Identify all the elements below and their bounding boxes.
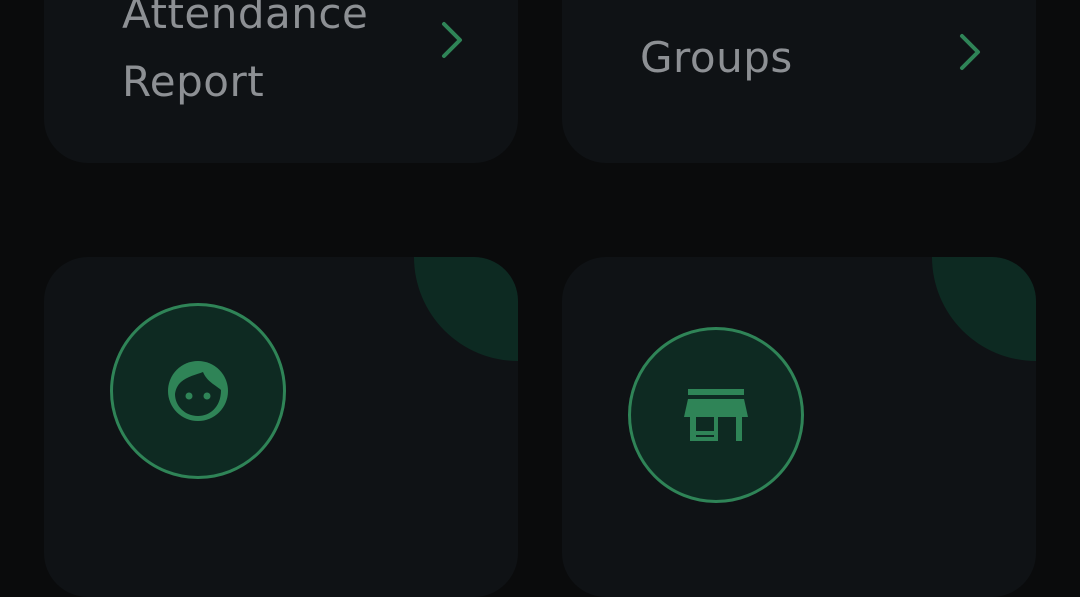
attendance-report-label: Attendance Report [122,0,369,106]
students-card[interactable] [44,257,518,597]
storefront-icon [684,389,748,441]
corner-decoration [414,257,518,361]
chevron-right-icon [442,22,462,58]
chevron-right-icon [960,34,980,70]
face-icon-circle [110,303,286,479]
face-icon [168,361,228,421]
storefront-icon-circle [628,327,804,503]
corner-decoration [932,257,1036,361]
groups-card[interactable]: Groups [562,0,1036,163]
groups-label: Groups [640,33,793,82]
attendance-report-card[interactable]: Attendance Report [44,0,518,163]
shop-card[interactable] [562,257,1036,597]
